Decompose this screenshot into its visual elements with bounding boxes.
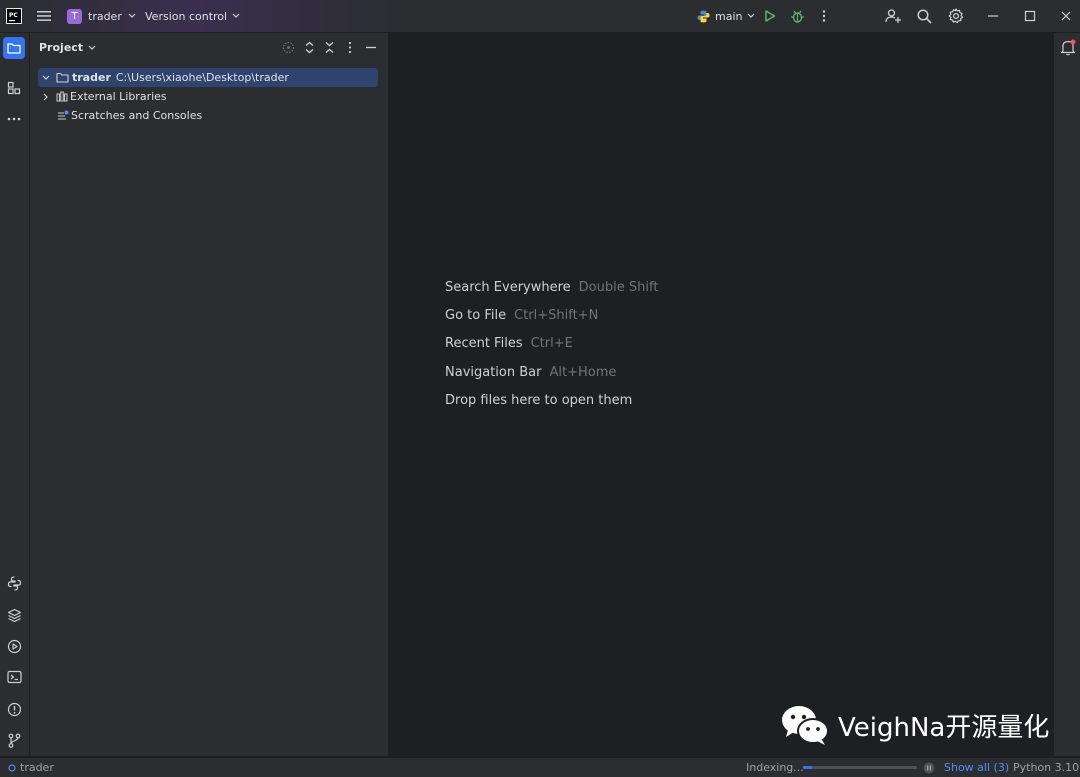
editor-empty-state[interactable]: Search Everywhere Double Shift Go to File… (389, 33, 1052, 756)
hint-label: Recent Files (445, 336, 523, 351)
run-config-selector[interactable]: main (697, 0, 755, 32)
main-menu-icon[interactable] (36, 0, 52, 32)
chevron-down-icon (88, 45, 96, 50)
run-icon[interactable] (763, 0, 777, 32)
hint-label: Navigation Bar (445, 365, 542, 380)
project-name: trader (88, 9, 122, 23)
status-bar: trader Indexing... Show all (3) Python 3… (0, 757, 1080, 777)
status-project-breadcrumb[interactable]: trader (8, 761, 54, 774)
tree-item-label: trader (72, 71, 111, 84)
chevron-down-icon (232, 13, 240, 18)
project-badge: T (67, 8, 82, 24)
version-control-label: Version control (145, 9, 228, 23)
expand-all-icon[interactable] (304, 41, 315, 57)
library-icon (56, 91, 68, 102)
settings-gear-icon[interactable] (948, 0, 964, 32)
services-icon[interactable] (3, 635, 25, 657)
watermark: VeighNa开源量化 (780, 703, 1049, 747)
left-toolbar (0, 33, 30, 756)
wechat-logo-icon (782, 706, 829, 745)
close-window-icon[interactable] (1060, 0, 1072, 32)
python-packages-layers-icon[interactable] (3, 604, 25, 626)
maximize-window-icon[interactable] (1024, 0, 1036, 32)
title-bar: PC T trader Version control main (0, 0, 1080, 33)
python-interpreter-selector[interactable]: Python 3.10 (1013, 761, 1079, 774)
chevron-down-icon[interactable] (42, 75, 50, 81)
indexing-progress-fill (803, 766, 813, 769)
hint-search-everywhere: Search Everywhere Double Shift (445, 280, 658, 295)
tree-item-label: Scratches and Consoles (71, 109, 203, 122)
python-icon (697, 10, 710, 22)
structure-icon[interactable] (3, 77, 25, 99)
hint-shortcut: Double Shift (578, 280, 659, 295)
tree-item-label: External Libraries (70, 90, 167, 103)
indexing-label: Indexing... (746, 761, 804, 774)
scratches-icon (58, 110, 69, 120)
hint-shortcut: Ctrl+E (530, 336, 573, 351)
project-panel-title: Project (39, 41, 84, 54)
hint-recent-files: Recent Files Ctrl+E (445, 336, 573, 351)
show-all-processes-link[interactable]: Show all (3) (944, 761, 1009, 774)
hint-label: Search Everywhere (445, 280, 571, 295)
pause-indexing-icon[interactable] (923, 762, 935, 777)
chevron-down-icon (748, 13, 755, 18)
chevron-right-icon[interactable] (43, 93, 49, 101)
module-circle-icon (8, 763, 16, 772)
hint-shortcut: Ctrl+Shift+N (514, 308, 599, 323)
tree-item-scratches[interactable]: Scratches and Consoles (38, 106, 202, 125)
hint-drop-files: Drop files here to open them (445, 393, 632, 408)
svg-text:PC: PC (9, 12, 18, 19)
chevron-down-icon (128, 13, 136, 18)
more-options-icon[interactable] (822, 0, 826, 32)
tree-item-external-libraries[interactable]: External Libraries (38, 87, 167, 106)
watermark-text: VeighNa开源量化 (838, 712, 1050, 743)
project-panel: Project trader C:\Users\xiaohe\Desktop\t… (30, 33, 389, 756)
select-opened-file-icon[interactable] (282, 41, 295, 57)
tree-item-project-root[interactable]: trader C:\Users\xiaohe\Desktop\trader (38, 68, 378, 87)
hint-shortcut: Alt+Home (549, 365, 617, 380)
project-panel-header[interactable]: Project (39, 41, 96, 54)
terminal-icon[interactable] (3, 666, 25, 688)
version-control-menu[interactable]: Version control (145, 0, 240, 32)
hint-label: Go to File (445, 308, 507, 323)
notifications-bell-icon[interactable] (1060, 39, 1076, 59)
status-project-name: trader (20, 761, 54, 774)
right-toolbar (1053, 33, 1080, 756)
hide-panel-icon[interactable] (365, 41, 377, 57)
project-tool-folder-icon[interactable] (3, 37, 25, 59)
run-config-label: main (715, 9, 743, 23)
debug-icon[interactable] (790, 0, 805, 32)
hint-navigation-bar: Navigation Bar Alt+Home (445, 365, 616, 380)
hint-label: Drop files here to open them (445, 393, 633, 408)
git-branch-icon[interactable] (3, 729, 25, 751)
tree-item-path: C:\Users\xiaohe\Desktop\trader (115, 71, 289, 84)
minimize-window-icon[interactable] (987, 0, 999, 32)
more-tool-windows-icon[interactable] (3, 108, 25, 130)
code-with-me-icon[interactable] (885, 0, 902, 32)
collapse-all-icon[interactable] (324, 41, 335, 57)
indexing-progress-bar (803, 766, 917, 769)
app-logo-icon[interactable]: PC (6, 0, 22, 32)
panel-options-icon[interactable] (348, 41, 352, 57)
project-switcher[interactable]: T trader (67, 0, 136, 32)
python-console-icon[interactable] (3, 572, 25, 594)
search-icon[interactable] (917, 0, 932, 32)
hint-go-to-file: Go to File Ctrl+Shift+N (445, 308, 598, 323)
folder-icon (56, 72, 69, 83)
problems-warning-icon[interactable] (3, 698, 25, 720)
